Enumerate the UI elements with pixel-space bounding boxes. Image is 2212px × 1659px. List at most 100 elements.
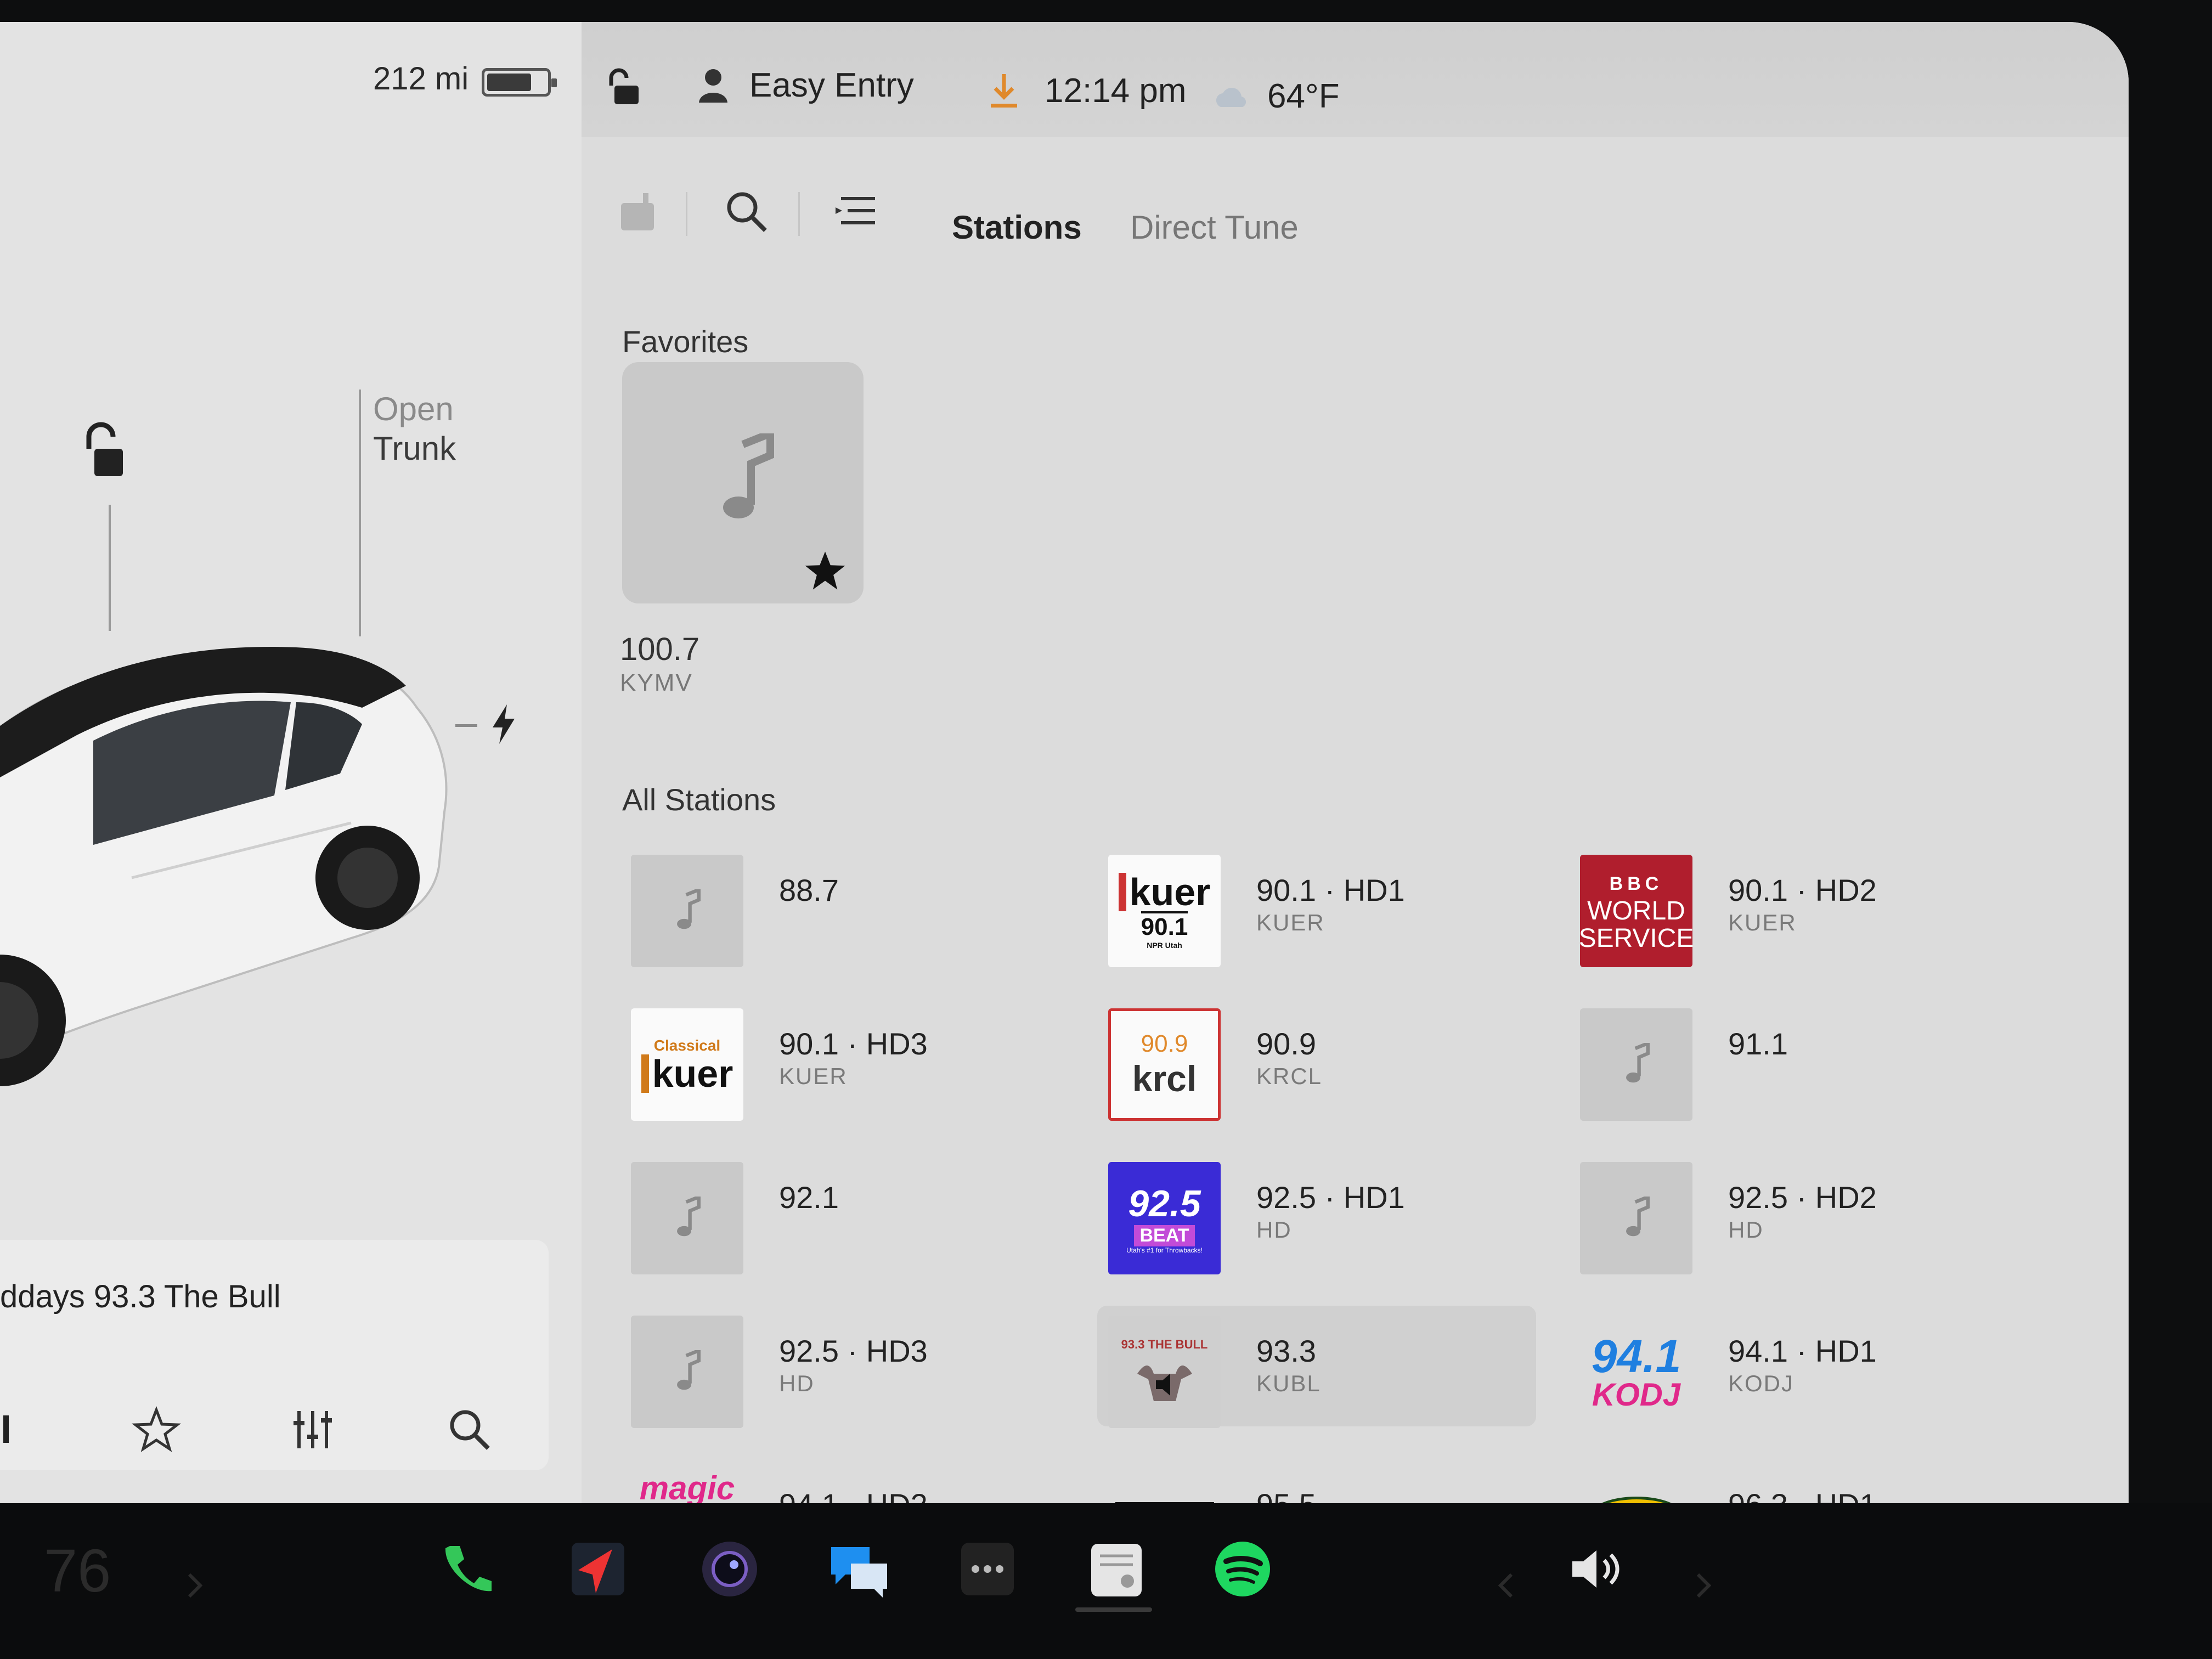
cabin-temperature[interactable]: 76 <box>44 1536 111 1606</box>
favorite-station-tile[interactable] <box>622 362 864 603</box>
volume-down-chevron-icon[interactable] <box>1492 1553 1520 1618</box>
logo-text: 90.1 <box>1141 911 1188 941</box>
spotify-icon[interactable] <box>1210 1536 1276 1602</box>
station-frequency: 92.1 <box>779 1180 839 1215</box>
volume-icon[interactable] <box>1564 1536 1629 1602</box>
station-frequency: 88.7 <box>779 873 839 907</box>
music-note-icon <box>723 433 774 518</box>
station-frequency: 94.1 · HD2 <box>779 1487 928 1503</box>
station-frequency: 93.3 <box>1256 1334 1316 1368</box>
download-icon[interactable] <box>988 72 1020 110</box>
station-item[interactable]: 92.5 · HD2 HD <box>1569 1152 2008 1274</box>
favorite-star-icon <box>805 551 845 590</box>
home-indicator <box>1075 1607 1152 1612</box>
logo-text: WORLD <box>1587 896 1685 926</box>
search-icon[interactable] <box>444 1404 494 1454</box>
battery-fill <box>487 74 531 91</box>
station-item[interactable]: 94.1 KODJ 94.1 · HD1 KODJ <box>1569 1306 2008 1428</box>
favorite-star-icon[interactable] <box>132 1404 181 1454</box>
station-item[interactable]: 92.1 <box>620 1152 1059 1274</box>
all-stations-heading: All Stations <box>622 782 776 817</box>
station-item[interactable]: kuer 90.1 NPR Utah 90.1 · HD1 KUER <box>1097 845 1536 967</box>
station-frequency: 92.5 · HD2 <box>1728 1180 1877 1215</box>
car-render <box>0 647 448 1086</box>
equalizer-icon[interactable] <box>288 1404 337 1454</box>
tab-stations[interactable]: Stations <box>952 208 1082 246</box>
logo-text: NPR Utah <box>1147 940 1182 950</box>
status-bar: Easy Entry 12:14 pm 64°F <box>582 22 2129 137</box>
station-item[interactable]: 91.1 <box>1569 998 2008 1121</box>
logo-text: BBC <box>1609 873 1663 894</box>
lock-status-icon[interactable] <box>603 65 642 109</box>
station-item[interactable]: 92.5 · HD3 HD <box>620 1306 1059 1428</box>
logo-text: Classical <box>653 1036 721 1054</box>
station-logo: kuer 90.1 NPR Utah <box>1108 855 1221 967</box>
station-callsign: KODJ <box>1728 1370 1795 1396</box>
station-callsign: KUER <box>1256 910 1325 935</box>
weather: 64°F <box>1212 77 1340 116</box>
station-item[interactable]: Classical kuer 90.1 · HD3 KUER <box>620 998 1059 1121</box>
radio-app-icon[interactable] <box>1084 1536 1149 1602</box>
media-controls <box>0 1393 549 1459</box>
logo-text: 93.3 THE BULL <box>1121 1337 1208 1351</box>
station-logo <box>631 855 743 967</box>
station-frequency: 92.5 · HD3 <box>779 1334 928 1368</box>
phone-icon[interactable] <box>433 1536 499 1602</box>
volume-up-chevron-icon[interactable] <box>1690 1553 1717 1618</box>
station-item[interactable]: BBC WORLD SERVICE 90.1 · HD2 KUER <box>1569 845 2008 967</box>
station-logo <box>631 1316 743 1428</box>
now-playing-card[interactable]: ddays 93.3 The Bull <box>0 1240 549 1470</box>
station-logo: 92.5 BEAT Utah's #1 for Throwbacks! <box>1108 1162 1221 1274</box>
station-item[interactable]: 90.9 krcl 90.9 KRCL <box>1097 998 1536 1121</box>
driver-profile[interactable]: Easy Entry <box>697 66 914 105</box>
favorites-heading: Favorites <box>622 324 749 359</box>
logo-text: kuer <box>1118 872 1210 911</box>
station-item[interactable]: 95.5 <box>1097 1459 1536 1503</box>
station-item[interactable]: 93.3 THE BULL 93.3 KUBL <box>1097 1306 1536 1428</box>
speaker-playing-icon <box>1137 1365 1192 1401</box>
music-note-icon <box>1626 1042 1650 1082</box>
open-trunk-button[interactable]: Open Trunk <box>373 390 456 469</box>
station-logo: magic <box>631 1469 743 1503</box>
station-item[interactable]: magic 94.1 · HD2 <box>620 1459 1059 1503</box>
favorite-callsign: KYMV <box>620 669 693 696</box>
more-apps-icon[interactable] <box>955 1536 1020 1602</box>
music-note-icon <box>676 1196 701 1236</box>
now-playing-title: ddays 93.3 The Bull <box>0 1279 281 1314</box>
music-note-icon <box>1626 1196 1650 1236</box>
unlock-icon[interactable] <box>77 417 126 488</box>
tab-direct-tune[interactable]: Direct Tune <box>1130 208 1299 246</box>
radio-source-icon[interactable] <box>616 187 665 236</box>
logo-text: magic <box>639 1470 735 1503</box>
logo-text: 90.9 <box>1141 1030 1188 1057</box>
station-callsign: KRCL <box>1256 1063 1323 1089</box>
station-callsign: HD <box>1256 1217 1292 1243</box>
outside-temperature: 64°F <box>1267 77 1340 115</box>
station-item[interactable]: 92.5 BEAT Utah's #1 for Throwbacks! 92.5 … <box>1097 1152 1536 1274</box>
station-frequency: 91.1 <box>1728 1026 1788 1061</box>
station-item[interactable]: 96.3 · HD1 <box>1569 1459 2008 1503</box>
open-trunk-label-1: Open <box>373 391 454 427</box>
lightning-icon[interactable] <box>487 702 520 746</box>
queue-list-icon[interactable] <box>831 187 881 236</box>
range-readout: 212 mi <box>373 61 469 97</box>
chevron-right-icon[interactable] <box>181 1553 208 1618</box>
station-logo: BBC WORLD SERVICE <box>1580 855 1692 967</box>
navigation-icon[interactable] <box>565 1536 631 1602</box>
battery-icon <box>482 68 557 97</box>
station-item[interactable]: 88.7 <box>620 845 1059 967</box>
person-icon <box>699 69 727 103</box>
station-frequency: 90.1 · HD2 <box>1728 873 1877 907</box>
station-logo <box>1580 1469 1692 1503</box>
next-track-icon[interactable] <box>0 1404 27 1454</box>
camera-icon[interactable] <box>697 1536 763 1602</box>
lock-leader-line <box>109 505 111 631</box>
radio-panel: Easy Entry 12:14 pm 64°F Stations Direct… <box>582 22 2129 1503</box>
logo-graphic <box>1589 1497 1683 1503</box>
bottom-dock: 76 <box>0 1503 2212 1659</box>
search-icon[interactable] <box>721 187 771 236</box>
messages-icon[interactable] <box>826 1536 891 1602</box>
clock: 12:14 pm <box>988 71 1187 110</box>
station-frequency: 95.5 <box>1256 1487 1316 1503</box>
radio-toolbar: Stations Direct Tune <box>582 170 2129 247</box>
